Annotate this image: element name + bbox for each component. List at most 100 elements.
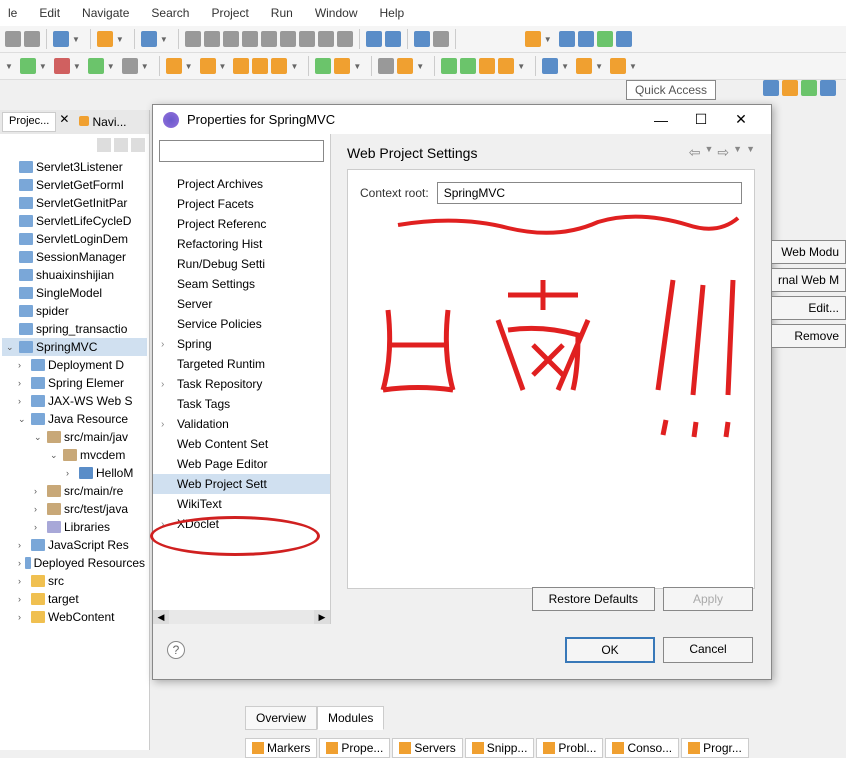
tree-item[interactable]: Servlet3Listener xyxy=(2,158,147,176)
dropdown-arrow-icon[interactable]: ▼ xyxy=(416,62,424,71)
tree-item[interactable]: ›JAX-WS Web S xyxy=(2,392,147,410)
back-icon[interactable]: ⇦ xyxy=(689,144,701,161)
tool-icon[interactable] xyxy=(233,58,249,74)
category-item[interactable]: Task Tags xyxy=(153,394,330,414)
remove-button[interactable]: Remove xyxy=(771,324,846,348)
tree-item[interactable]: ›src/main/re xyxy=(2,482,147,500)
expand-icon[interactable]: › xyxy=(18,360,28,370)
expand-icon[interactable]: › xyxy=(18,396,28,406)
edit-button[interactable]: Edit... xyxy=(771,296,846,320)
minimize-button[interactable]: — xyxy=(641,112,681,128)
tree-item[interactable]: ServletGetInitPar xyxy=(2,194,147,212)
dropdown-arrow-icon[interactable]: ▼ xyxy=(290,62,298,71)
tree-item[interactable]: ›src xyxy=(2,572,147,590)
dropdown-arrow-icon[interactable]: ▼ xyxy=(73,62,81,71)
category-item[interactable]: Web Project Sett xyxy=(153,474,330,494)
expand-icon[interactable]: ⌄ xyxy=(18,414,28,425)
dropdown-arrow-icon[interactable]: ▼ xyxy=(107,62,115,71)
menu-help[interactable]: Help xyxy=(372,4,413,22)
tree-item[interactable]: ›WebContent xyxy=(2,608,147,626)
tree-item[interactable]: ›Deployed Resources xyxy=(2,554,147,572)
tree-item[interactable]: ServletLoginDem xyxy=(2,230,147,248)
expand-icon[interactable]: › xyxy=(34,522,44,532)
debug-icon[interactable] xyxy=(54,58,70,74)
tree-item[interactable]: ServletLifeCycleD xyxy=(2,212,147,230)
expand-icon[interactable]: › xyxy=(18,576,28,586)
view-tab[interactable]: Prope... xyxy=(319,738,390,758)
tree-item[interactable]: ⌄Java Resource xyxy=(2,410,147,428)
tool-icon[interactable] xyxy=(479,58,495,74)
close-button[interactable]: ✕ xyxy=(721,111,761,128)
expand-icon[interactable]: › xyxy=(161,379,177,390)
view-tab[interactable]: Markers xyxy=(245,738,317,758)
drop-frame-icon[interactable] xyxy=(337,31,353,47)
view-tab[interactable]: Progr... xyxy=(681,738,749,758)
category-item[interactable]: WikiText xyxy=(153,494,330,514)
menu-search[interactable]: Search xyxy=(143,4,197,22)
forward-icon[interactable]: ⇨ xyxy=(717,144,729,161)
run-icon[interactable] xyxy=(441,58,457,74)
dropdown-arrow-icon[interactable]: ▼ xyxy=(629,62,637,71)
resume-icon[interactable] xyxy=(204,31,220,47)
view-tab[interactable]: Snipp... xyxy=(465,738,535,758)
new-class-icon[interactable] xyxy=(200,58,216,74)
tree-item[interactable]: ›JavaScript Res xyxy=(2,536,147,554)
expand-icon[interactable]: › xyxy=(18,558,22,568)
menu-edit[interactable]: Edit xyxy=(31,4,68,22)
perspective-icon[interactable] xyxy=(801,80,817,96)
context-root-input[interactable] xyxy=(437,182,742,204)
menu-file[interactable]: le xyxy=(0,4,25,22)
tool-icon[interactable] xyxy=(315,58,331,74)
tool-icon[interactable] xyxy=(385,31,401,47)
tab-navigator[interactable]: Navi... xyxy=(72,112,133,132)
browser-icon[interactable] xyxy=(525,31,541,47)
category-item[interactable]: Targeted Runtim xyxy=(153,354,330,374)
category-item[interactable]: ›Task Repository xyxy=(153,374,330,394)
expand-icon[interactable]: › xyxy=(161,339,177,350)
quick-access-input[interactable]: Quick Access xyxy=(626,80,716,100)
tool-icon[interactable] xyxy=(334,58,350,74)
step-return-icon[interactable] xyxy=(318,31,334,47)
expand-icon[interactable]: › xyxy=(18,594,28,604)
dropdown-arrow-icon[interactable]: ▼ xyxy=(561,62,569,71)
dropdown-arrow-icon[interactable]: ▼ xyxy=(39,62,47,71)
category-item[interactable]: Web Page Editor xyxy=(153,454,330,474)
dropdown-arrow-icon[interactable]: ▼ xyxy=(595,62,603,71)
category-item[interactable]: Project Referenc xyxy=(153,214,330,234)
menu-icon[interactable] xyxy=(131,138,145,152)
tree-item[interactable]: shuaixinshijian xyxy=(2,266,147,284)
close-icon[interactable]: ✕ xyxy=(56,112,72,132)
dropdown-arrow-icon[interactable]: ▼ xyxy=(219,62,227,71)
tool-icon[interactable] xyxy=(378,58,394,74)
tree-item[interactable]: ›Spring Elemer xyxy=(2,374,147,392)
category-item[interactable]: ›Spring xyxy=(153,334,330,354)
expand-icon[interactable]: › xyxy=(18,540,28,550)
menu-run[interactable]: Run xyxy=(263,4,301,22)
category-item[interactable]: Service Policies xyxy=(153,314,330,334)
search-icon[interactable] xyxy=(141,31,157,47)
view-tab[interactable]: Conso... xyxy=(605,738,679,758)
dropdown-arrow-icon[interactable]: ▼ xyxy=(160,35,168,44)
expand-icon[interactable]: › xyxy=(161,419,177,430)
ok-button[interactable]: OK xyxy=(565,637,655,663)
tool-icon[interactable] xyxy=(460,58,476,74)
link-icon[interactable] xyxy=(114,138,128,152)
expand-icon[interactable]: ⌄ xyxy=(50,450,60,461)
dropdown-arrow-icon[interactable]: ▼ xyxy=(733,144,742,161)
expand-icon[interactable]: › xyxy=(66,468,76,478)
menu-project[interactable]: Project xyxy=(203,4,256,22)
tree-item[interactable]: ⌄SpringMVC xyxy=(2,338,147,356)
tool-icon[interactable] xyxy=(433,31,449,47)
tree-item[interactable]: ›Deployment D xyxy=(2,356,147,374)
menu-icon[interactable]: ▼ xyxy=(746,144,755,161)
scroll-right-icon[interactable]: ▶ xyxy=(314,610,330,624)
open-task-icon[interactable] xyxy=(97,31,113,47)
expand-icon[interactable]: › xyxy=(18,612,28,622)
tool-icon[interactable] xyxy=(542,58,558,74)
perspective-icon[interactable] xyxy=(820,80,836,96)
tree-item[interactable]: SingleModel xyxy=(2,284,147,302)
dropdown-arrow-icon[interactable]: ▼ xyxy=(141,62,149,71)
category-item[interactable]: Project Archives xyxy=(153,174,330,194)
pause-icon[interactable] xyxy=(223,31,239,47)
category-item[interactable]: Refactoring Hist xyxy=(153,234,330,254)
